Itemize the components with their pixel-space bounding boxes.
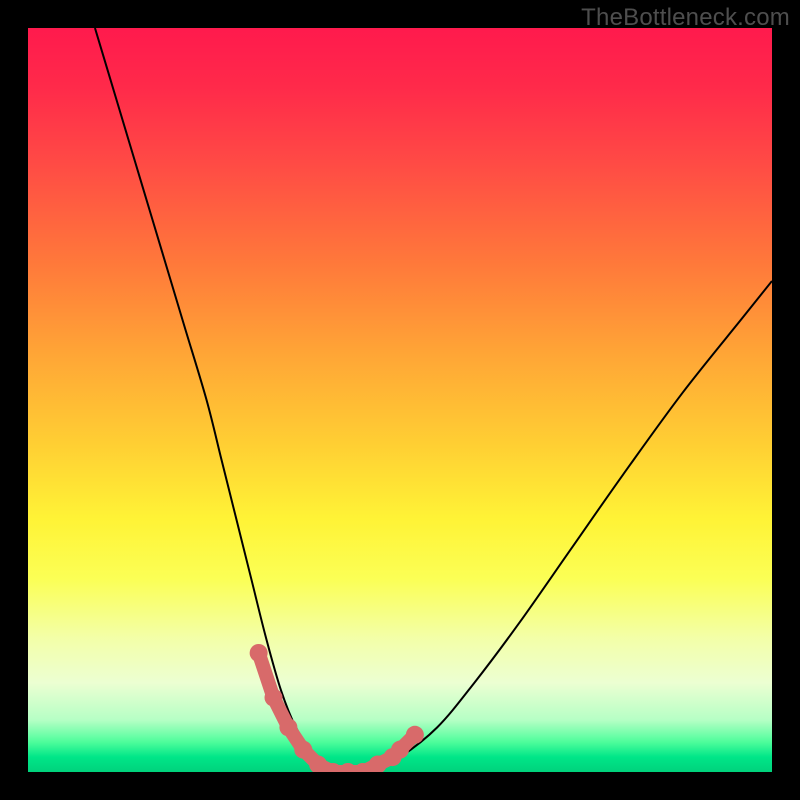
chart-area bbox=[28, 28, 772, 772]
marker-dot bbox=[250, 644, 268, 662]
watermark-text: TheBottleneck.com bbox=[581, 4, 790, 32]
bottleneck-plot bbox=[28, 28, 772, 772]
marker-dot bbox=[265, 689, 283, 707]
marker-dot bbox=[294, 741, 312, 759]
marker-dot bbox=[406, 726, 424, 744]
marker-dot bbox=[391, 741, 409, 759]
marker-dot bbox=[279, 718, 297, 736]
bottleneck-curve bbox=[95, 28, 772, 772]
